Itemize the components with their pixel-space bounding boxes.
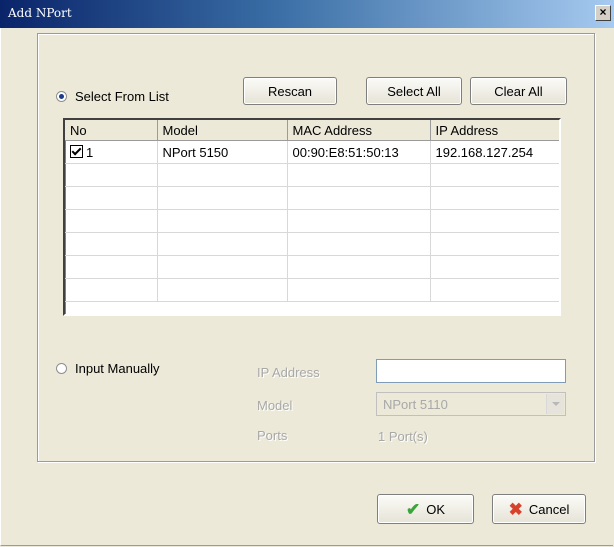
row-number: 1 [86, 144, 94, 160]
chevron-down-icon [546, 394, 564, 414]
empty-cell [65, 163, 158, 187]
empty-cell [287, 163, 431, 187]
ok-label: OK [426, 501, 446, 517]
empty-cell [287, 255, 431, 279]
model-label: Model [257, 398, 293, 413]
empty-cell [430, 163, 559, 187]
model-select-value: NPort 5110 [383, 397, 448, 412]
rescan-button[interactable]: Rescan [243, 77, 337, 105]
cancel-button[interactable]: ✖ Cancel [492, 494, 586, 524]
empty-cell [287, 186, 431, 210]
empty-cell [430, 209, 559, 233]
title-bar: Add NPort × [0, 0, 614, 28]
column-header-mac-address[interactable]: MAC Address [287, 120, 431, 141]
ok-button[interactable]: ✔ OK [377, 494, 474, 524]
device-list-table[interactable]: No Model MAC Address IP Address 1 NPort … [63, 118, 561, 316]
input-manually-label: Input Manually [75, 361, 160, 376]
empty-cell [157, 209, 288, 233]
column-header-ip-address[interactable]: IP Address [430, 120, 559, 141]
radio-unselected-indicator [56, 363, 67, 374]
select-all-label: Select All [387, 83, 441, 99]
empty-cell [430, 232, 559, 256]
empty-cell [65, 186, 158, 210]
ports-label: Ports [257, 428, 288, 443]
empty-cell [287, 232, 431, 256]
empty-cell [287, 278, 431, 302]
empty-cell [65, 255, 158, 279]
cell-mac-address: 00:90:E8:51:50:13 [287, 140, 431, 164]
table-row-empty [65, 232, 559, 256]
empty-cell [157, 186, 288, 210]
table-row-empty [65, 186, 559, 210]
empty-cell [157, 163, 288, 187]
x-icon: ✖ [508, 499, 523, 519]
empty-cell [287, 209, 431, 233]
table-row[interactable]: 1 NPort 5150 00:90:E8:51:50:13 192.168.1… [65, 140, 559, 164]
input-manually-radio[interactable]: Input Manually [56, 361, 160, 376]
clear-all-button[interactable]: Clear All [470, 77, 567, 105]
cell-ip-address: 192.168.127.254 [430, 140, 559, 164]
table-header-row: No Model MAC Address IP Address [65, 120, 559, 141]
column-header-no[interactable]: No [65, 120, 158, 141]
table-row-empty [65, 209, 559, 233]
radio-selected-indicator [56, 91, 67, 102]
select-all-button[interactable]: Select All [366, 77, 462, 105]
empty-cell [430, 186, 559, 210]
ip-address-label: IP Address [257, 365, 320, 380]
empty-cell [65, 209, 158, 233]
ports-value: 1 Port(s) [378, 429, 428, 444]
cell-model: NPort 5150 [157, 140, 288, 164]
row-checkbox[interactable] [70, 144, 83, 158]
table-row-empty [65, 163, 559, 187]
cancel-label: Cancel [528, 501, 570, 517]
column-header-model[interactable]: Model [157, 120, 288, 141]
window-title: Add NPort [8, 6, 72, 20]
checkmark-icon: ✔ [405, 499, 421, 519]
select-from-list-label: Select From List [75, 89, 169, 104]
table-row-empty [65, 255, 559, 279]
model-select[interactable]: NPort 5110 [376, 392, 566, 416]
close-icon: × [599, 5, 607, 19]
empty-cell [157, 232, 288, 256]
select-from-list-radio[interactable]: Select From List [56, 89, 169, 104]
ip-address-input[interactable] [376, 359, 566, 383]
empty-cell [65, 232, 158, 256]
empty-cell [65, 278, 158, 302]
clear-all-label: Clear All [494, 83, 543, 99]
rescan-label: Rescan [267, 83, 313, 99]
table-row-empty [65, 278, 559, 302]
close-button[interactable]: × [595, 5, 611, 21]
empty-cell [157, 255, 288, 279]
empty-cell [430, 278, 559, 302]
empty-cell [157, 278, 288, 302]
empty-cell [430, 255, 559, 279]
cell-no: 1 [65, 140, 158, 164]
